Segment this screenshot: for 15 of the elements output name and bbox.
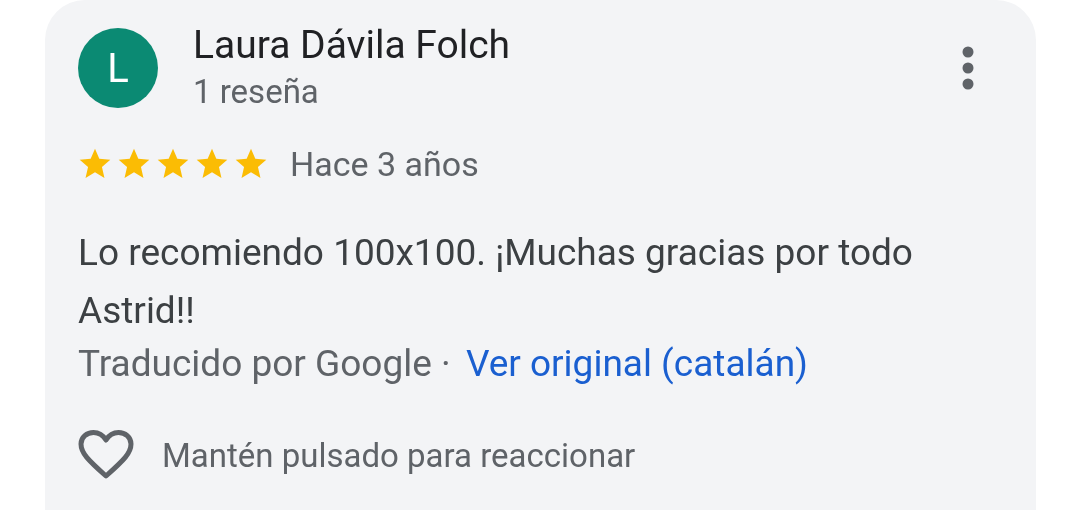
author-name[interactable]: Laura Dávila Folch: [193, 24, 961, 66]
star-icon: [117, 148, 151, 180]
original-link[interactable]: Ver original (catalán): [465, 342, 808, 385]
translation-note: Traducido por Google ·: [78, 342, 451, 385]
star-icon: [234, 148, 268, 180]
reaction-hint: Mantén pulsado para reaccionar: [162, 435, 636, 475]
star-icon: [78, 148, 112, 180]
avatar: L: [78, 28, 158, 108]
more-options-icon[interactable]: [961, 46, 975, 90]
star-icon: [195, 148, 229, 180]
star-icon: [156, 148, 190, 180]
review-time: Hace 3 años: [290, 144, 479, 184]
review-count: 1 reseña: [193, 72, 320, 112]
heart-icon[interactable]: [78, 430, 134, 480]
review-text: Lo recomiendo 100x100. ¡Muchas gracias por todo Astrid!!: [78, 230, 914, 334]
